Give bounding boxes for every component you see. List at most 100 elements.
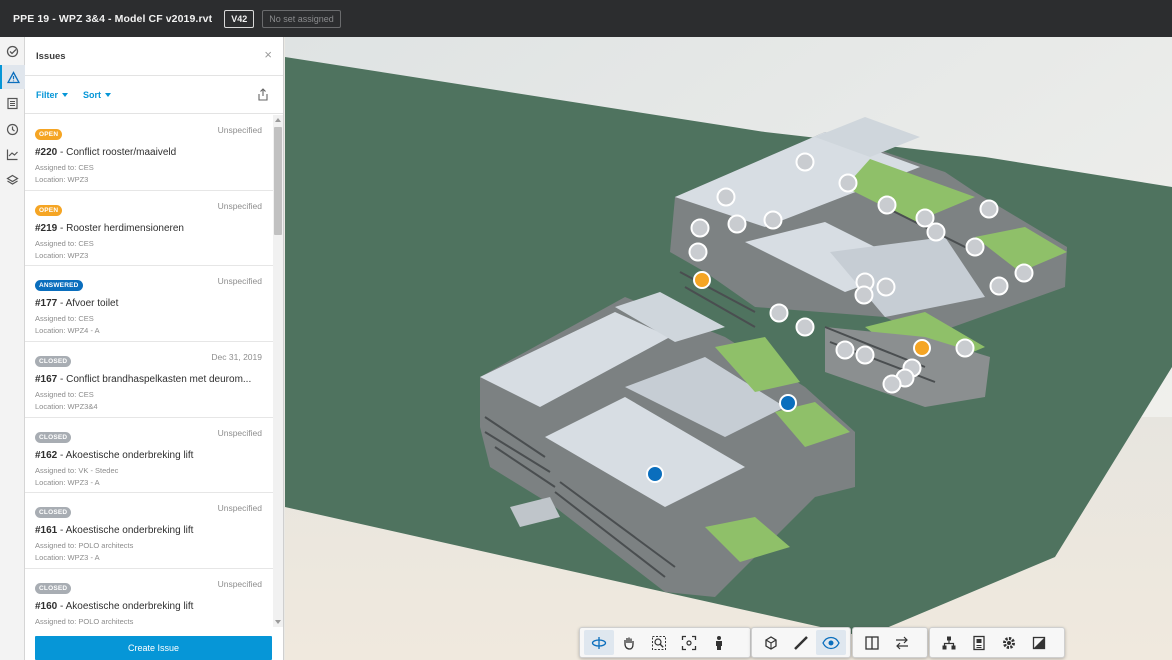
status-badge: CLOSED [35,431,72,443]
issue-number: #177 [35,298,58,310]
issue-pin-closed[interactable] [716,187,736,207]
issue-card[interactable]: ANSWERED Unspecified #177 - Afvoer toilet A… [25,266,273,343]
first-person-icon[interactable] [704,630,734,655]
scroll-up-icon[interactable] [275,118,281,122]
close-icon[interactable]: × [264,48,272,61]
section-icon[interactable] [857,630,887,655]
properties-icon[interactable] [964,630,994,655]
issue-title: #162 - Akoestische onderbreking lift [35,449,194,461]
issue-location: Location: WPZ3&4 [35,402,98,412]
document-icon[interactable] [5,96,20,111]
orbit-icon[interactable] [584,630,614,655]
issue-pin-answered[interactable] [646,465,664,483]
navigation-toolbar [579,627,751,658]
issue-pin-closed[interactable] [838,173,858,193]
zoom-window-icon[interactable] [644,630,674,655]
issue-title-text: Akoestische onderbreking lift [65,601,194,613]
issue-due-date: Unspecified [217,427,262,438]
explode-icon[interactable] [887,630,917,655]
issue-number: #167 [35,374,58,386]
issue-pin-closed[interactable] [769,303,789,323]
scrollbar[interactable] [273,115,283,627]
clock-icon[interactable] [5,122,20,137]
issue-card[interactable]: OPEN Unspecified #219 - Rooster herdimensi… [25,191,273,267]
warning-icon[interactable] [0,65,25,89]
issue-pin-closed[interactable] [915,208,935,228]
issue-pin-closed[interactable] [854,285,874,305]
inspection-toolbar [751,627,851,658]
issue-pin-closed[interactable] [955,338,975,358]
filter-label: Filter [36,89,59,100]
model-browser-icon[interactable] [934,630,964,655]
issue-title-text: Afvoer toilet [65,298,119,310]
issue-pin-open[interactable] [693,271,711,289]
fit-view-icon[interactable] [674,630,704,655]
issue-pin-open[interactable] [913,339,931,357]
issue-pin-closed[interactable] [926,222,946,242]
document-title: PPE 19 - WPZ 3&4 - Model CF v2019.rvt [13,12,213,25]
settings-icon[interactable] [994,630,1024,655]
issue-due-date: Unspecified [217,125,262,135]
issue-pin-closed[interactable] [877,195,897,215]
issue-pin-closed[interactable] [763,210,783,230]
issue-assignee: Assigned to: CES [35,163,94,172]
measure-icon[interactable] [786,630,816,655]
issue-pin-closed[interactable] [795,152,815,172]
model-viewer[interactable] [285,37,1172,660]
issue-title-text: Akoestische onderbreking lift [65,449,194,461]
issue-title-text: Rooster herdimensioneren [66,222,184,234]
issue-pin-closed[interactable] [835,340,855,360]
chart-icon[interactable] [5,147,20,162]
issue-pin-closed[interactable] [688,242,708,262]
issue-due-date: Unspecified [217,276,262,287]
settings-toolbar [929,627,1065,658]
left-rail [0,37,25,660]
issue-pin-answered[interactable] [779,394,797,412]
panel-title: Issues [36,50,66,62]
version-badge[interactable]: V42 [224,9,255,28]
sort-button[interactable]: Sort [83,89,112,100]
issue-pin-closed[interactable] [989,276,1009,296]
filter-button[interactable]: Filter [36,89,69,100]
issue-pin-closed[interactable] [965,237,985,257]
layers-icon[interactable] [5,173,20,188]
issue-assignee: Assigned to: POLO architects [35,617,134,627]
issue-assignee: Assigned to: CES [35,314,94,324]
issue-card[interactable]: CLOSED Dec 31, 2019 #167 - Conflict brandh… [25,342,273,418]
issue-location: Location: WPZ3 - A [35,477,100,487]
issue-title: #160 - Akoestische onderbreking lift [35,601,194,613]
fullscreen-icon[interactable] [1024,630,1054,655]
status-badge: ANSWERED [35,280,83,292]
export-icon[interactable] [257,88,269,106]
issue-pin-closed[interactable] [795,317,815,337]
issue-due-date: Unspecified [217,200,262,211]
top-bar: PPE 19 - WPZ 3&4 - Model CF v2019.rvt V4… [0,0,1172,37]
issue-pin-closed[interactable] [855,345,875,365]
issue-assignee: Assigned to: VK - Stedec [35,465,119,475]
issue-assignee: Assigned to: CES [35,238,94,248]
pan-icon[interactable] [614,630,644,655]
issue-location: Location: WPZ3 [35,250,89,260]
create-issue-button[interactable]: Create Issue [35,636,272,660]
issues-panel: Issues × Filter Sort OPEN Unspecified #220… [25,37,284,660]
issues-visibility-icon[interactable] [816,630,846,655]
issue-pin-closed[interactable] [882,374,902,394]
issue-pin-closed[interactable] [979,199,999,219]
scroll-down-icon[interactable] [275,620,281,624]
status-badge: OPEN [35,129,63,140]
issue-card[interactable]: CLOSED Unspecified #162 - Akoestische onde… [25,418,273,494]
issue-location: Location: WPZ3 [35,175,89,184]
issue-pin-closed[interactable] [690,218,710,238]
issue-pin-closed[interactable] [876,277,896,297]
camera-icon[interactable] [756,630,786,655]
checklist-icon[interactable] [5,44,20,59]
sort-label: Sort [83,89,102,100]
issue-card[interactable]: CLOSED Unspecified #160 - Akoestische onde… [25,569,273,627]
issue-pin-closed[interactable] [727,214,747,234]
issue-card[interactable]: CLOSED Unspecified #161 - Akoestische onde… [25,493,273,570]
scrollbar-thumb[interactable] [274,127,282,235]
issue-pin-closed[interactable] [1014,263,1034,283]
set-status-badge[interactable]: No set assigned [262,9,341,28]
issue-card[interactable]: OPEN Unspecified #220 - Conflict rooster/m… [25,115,273,191]
model-canvas[interactable] [285,37,1172,660]
